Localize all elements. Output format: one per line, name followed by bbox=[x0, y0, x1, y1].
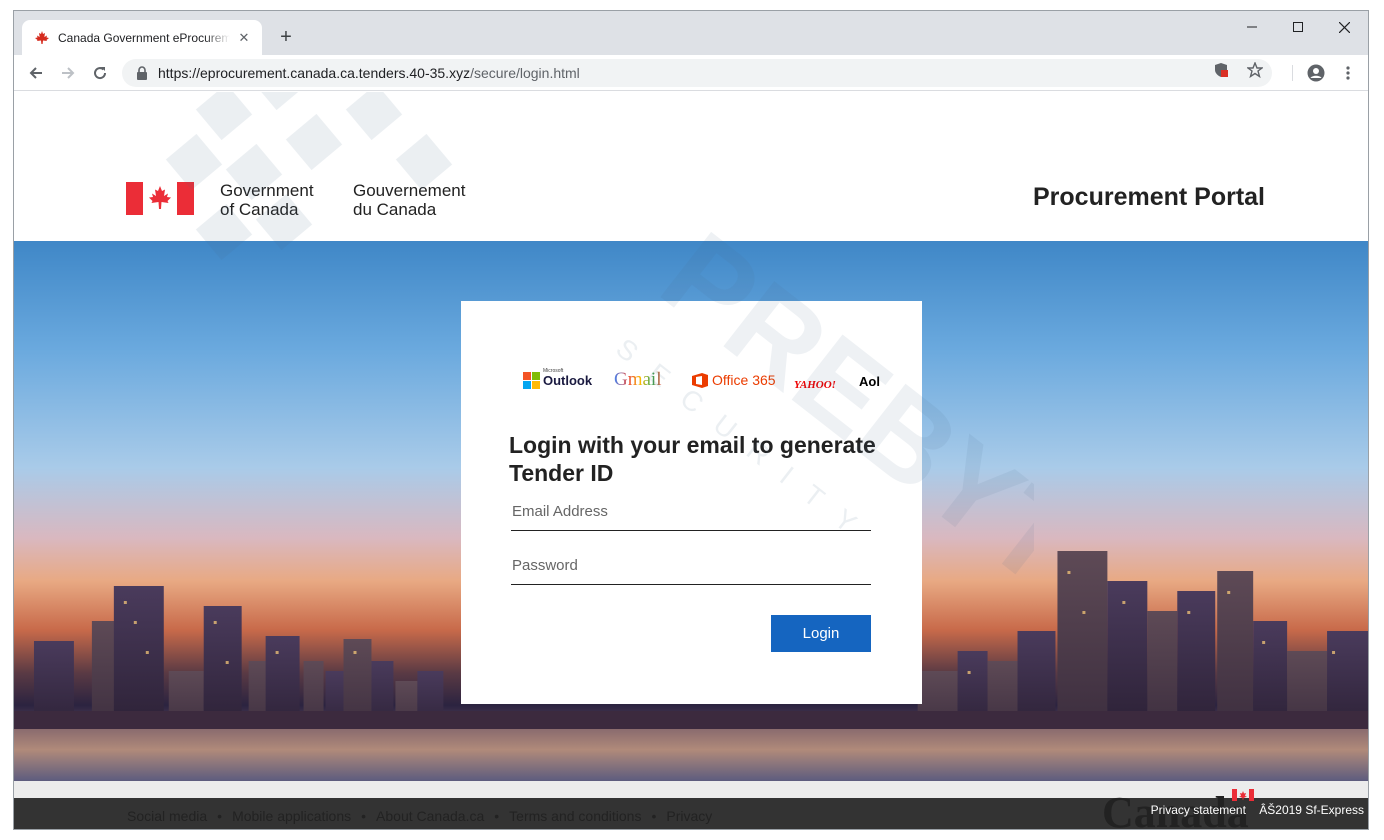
yahoo-label: YAHOO! bbox=[794, 379, 836, 391]
footer-link-terms[interactable]: Terms and conditions bbox=[509, 808, 641, 824]
browser-window: Canada Government eProcurement ✕ + https… bbox=[13, 10, 1369, 830]
gov-en-line2: of Canada bbox=[220, 200, 299, 219]
email-input[interactable] bbox=[511, 493, 871, 530]
tab-strip: Canada Government eProcurement ✕ + bbox=[14, 11, 1368, 55]
reload-button[interactable] bbox=[86, 59, 114, 87]
profile-button[interactable] bbox=[1302, 59, 1330, 87]
footer-separator: • bbox=[361, 808, 367, 824]
account-icon bbox=[1307, 64, 1325, 82]
back-button[interactable] bbox=[22, 59, 50, 87]
close-icon bbox=[1338, 21, 1350, 33]
gov-fr-line2: du Canada bbox=[353, 200, 437, 219]
site-shield-icon[interactable] bbox=[1212, 61, 1230, 79]
back-arrow-icon bbox=[29, 67, 42, 79]
footer-link-about[interactable]: About Canada.ca bbox=[376, 808, 484, 824]
url-path: /secure/login.html bbox=[470, 65, 580, 81]
email-field[interactable] bbox=[511, 493, 871, 531]
menu-button[interactable] bbox=[1334, 59, 1362, 87]
gov-fr-line1: Gouvernement bbox=[353, 181, 466, 200]
kebab-menu-icon bbox=[1346, 66, 1350, 80]
bookmark-star-button[interactable] bbox=[1246, 61, 1264, 79]
email-provider-logos: Microsoft Outlook Gmail Office 365 YAHOO… bbox=[521, 368, 891, 401]
footer-link-mobile-apps[interactable]: Mobile applications bbox=[232, 808, 351, 824]
tab-title: Canada Government eProcurement bbox=[58, 30, 230, 45]
url-host: https://eprocurement.canada.ca.tenders.4… bbox=[158, 65, 471, 81]
login-heading: Login with your email to generate Tender… bbox=[509, 432, 876, 486]
portal-title: Procurement Portal bbox=[1032, 183, 1265, 211]
password-field[interactable] bbox=[511, 547, 871, 585]
government-of-canada-en: Government of Canada bbox=[220, 181, 314, 219]
toolbar-divider bbox=[1292, 65, 1293, 81]
gov-en-line1: Government bbox=[220, 181, 314, 200]
browser-tab[interactable]: Canada Government eProcurement ✕ bbox=[22, 20, 262, 55]
lock-icon bbox=[137, 66, 147, 80]
url-text: https://eprocurement.canada.ca.tenders.4… bbox=[158, 65, 580, 81]
footer-separator: • bbox=[217, 808, 223, 824]
water-reflection bbox=[14, 729, 1368, 781]
password-input[interactable] bbox=[511, 547, 871, 584]
footer-link-privacy[interactable]: Privacy bbox=[666, 808, 712, 824]
gmail-label: Gmail bbox=[614, 369, 662, 390]
maple-leaf-icon bbox=[35, 30, 49, 44]
office-icon bbox=[692, 372, 708, 388]
wordmark-flag-icon bbox=[1232, 789, 1254, 801]
yahoo-logo: YAHOO! bbox=[794, 375, 836, 393]
footer-right-text: Privacy statement ÂŠ2019 Sf-Express bbox=[1151, 803, 1364, 817]
outlook-icon bbox=[523, 372, 540, 389]
copyright-text: ÂŠ2019 Sf-Express bbox=[1259, 803, 1364, 817]
gmail-logo: Gmail bbox=[614, 369, 662, 391]
maximize-icon bbox=[1293, 22, 1303, 32]
privacy-statement-link[interactable]: Privacy statement bbox=[1151, 803, 1246, 817]
outlook-microsoft-label: Microsoft bbox=[543, 368, 564, 374]
login-button[interactable]: Login bbox=[771, 615, 871, 652]
shield-blocked-icon bbox=[1215, 63, 1228, 77]
footer-link-social-media[interactable]: Social media bbox=[127, 808, 207, 824]
forward-arrow-icon bbox=[62, 67, 75, 79]
aol-label: Aol bbox=[859, 374, 880, 389]
government-of-canada-fr: Gouvernement du Canada bbox=[353, 181, 465, 219]
office365-logo: Office 365 bbox=[691, 372, 776, 388]
web-page: Government of Canada Gouvernement du Can… bbox=[14, 92, 1368, 829]
forward-button[interactable] bbox=[54, 59, 82, 87]
reload-icon bbox=[94, 67, 107, 80]
site-header: Government of Canada Gouvernement du Can… bbox=[14, 92, 1368, 241]
close-window-button[interactable] bbox=[1321, 11, 1367, 43]
browser-toolbar: https://eprocurement.canada.ca.tenders.4… bbox=[14, 55, 1368, 91]
footer-links: Social media • Mobile applications • About C… bbox=[127, 808, 712, 824]
maximize-button[interactable] bbox=[1275, 11, 1321, 43]
footer-separator: • bbox=[494, 808, 500, 824]
outlook-logo: Microsoft Outlook bbox=[523, 368, 593, 393]
address-bar[interactable]: https://eprocurement.canada.ca.tenders.4… bbox=[122, 59, 1272, 87]
footer-separator: • bbox=[651, 808, 657, 824]
minimize-button[interactable] bbox=[1229, 11, 1275, 43]
aol-logo: Aol bbox=[859, 373, 880, 391]
new-tab-button[interactable]: + bbox=[274, 25, 298, 49]
site-footer: Social media • Mobile applications • About C… bbox=[14, 781, 1368, 829]
canada-flag-icon bbox=[126, 182, 194, 215]
close-tab-icon[interactable]: ✕ bbox=[236, 30, 252, 46]
login-card: Microsoft Outlook Gmail Office 365 YAHOO… bbox=[461, 301, 922, 704]
outlook-label: Outlook bbox=[543, 373, 593, 388]
star-icon bbox=[1247, 62, 1263, 78]
minimize-icon bbox=[1247, 26, 1257, 28]
office365-label: Office 365 bbox=[712, 372, 776, 388]
